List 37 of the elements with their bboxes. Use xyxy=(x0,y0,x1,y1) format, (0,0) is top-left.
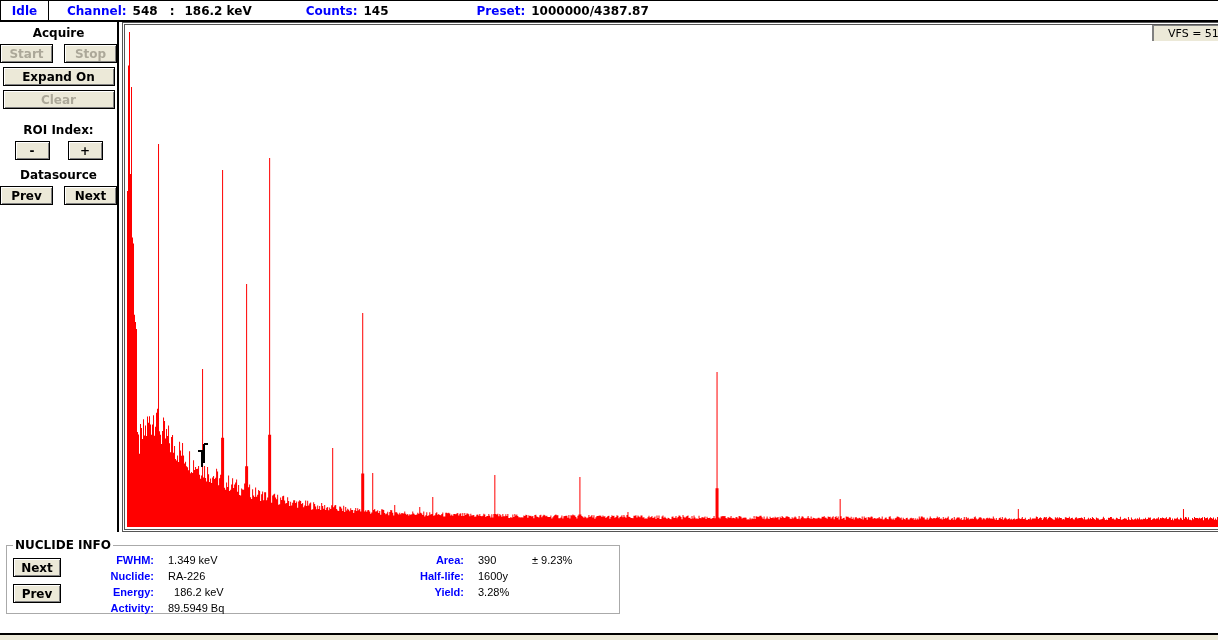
channel-value: 548 xyxy=(132,3,158,18)
preset-label: Preset: xyxy=(476,3,526,18)
expand-button[interactable]: Expand On xyxy=(2,67,115,86)
field-value: 1600y xyxy=(478,569,509,584)
field-label: Yield: xyxy=(433,585,465,600)
roi-button[interactable]: + xyxy=(67,141,103,160)
field-value: 1.349 keV xyxy=(168,553,219,568)
roi-button[interactable]: - xyxy=(14,141,50,160)
datasource-button[interactable]: Prev xyxy=(0,186,53,205)
field-label: Half-life: xyxy=(419,569,465,584)
status-text: Idle xyxy=(0,1,49,20)
counts-value: 145 xyxy=(363,3,389,18)
nuclide-nav-button[interactable]: Next xyxy=(13,558,61,577)
field-value: 3.28% xyxy=(478,585,511,600)
datasource-title: Datasource xyxy=(20,168,97,184)
acquire-title: Acquire xyxy=(32,26,85,42)
field-label: Area: xyxy=(434,553,465,568)
field-value: RA-226 xyxy=(168,569,207,584)
uncertainty-value: ± 9.23% xyxy=(532,553,574,568)
field-value: 186.2 keV xyxy=(173,585,225,600)
roi-title: ROI Index: xyxy=(23,123,94,139)
datasource-button[interactable]: Next xyxy=(64,186,117,205)
field-label: FWHM: xyxy=(115,553,155,568)
field-label: Nuclide: xyxy=(109,569,155,584)
field-label: Energy: xyxy=(112,585,155,600)
counts-label: Counts: xyxy=(305,3,358,18)
channel-label: Channel: xyxy=(67,3,127,18)
vfs-label: VFS = 51 xyxy=(1152,25,1218,41)
energy-value: 186.2 keV xyxy=(184,3,252,18)
field-value: 89.5949 Bq xyxy=(168,601,226,616)
separator-text: : xyxy=(169,3,175,18)
nuclide-info-title: NUCLIDE INFO xyxy=(14,538,112,552)
nuclide-nav-button[interactable]: Prev xyxy=(13,584,61,603)
field-label: Activity: xyxy=(109,601,155,616)
roi-marker-icon xyxy=(197,443,209,467)
preset-value: 1000000/4387.87 xyxy=(531,3,649,18)
field-value: 390 xyxy=(478,553,498,568)
